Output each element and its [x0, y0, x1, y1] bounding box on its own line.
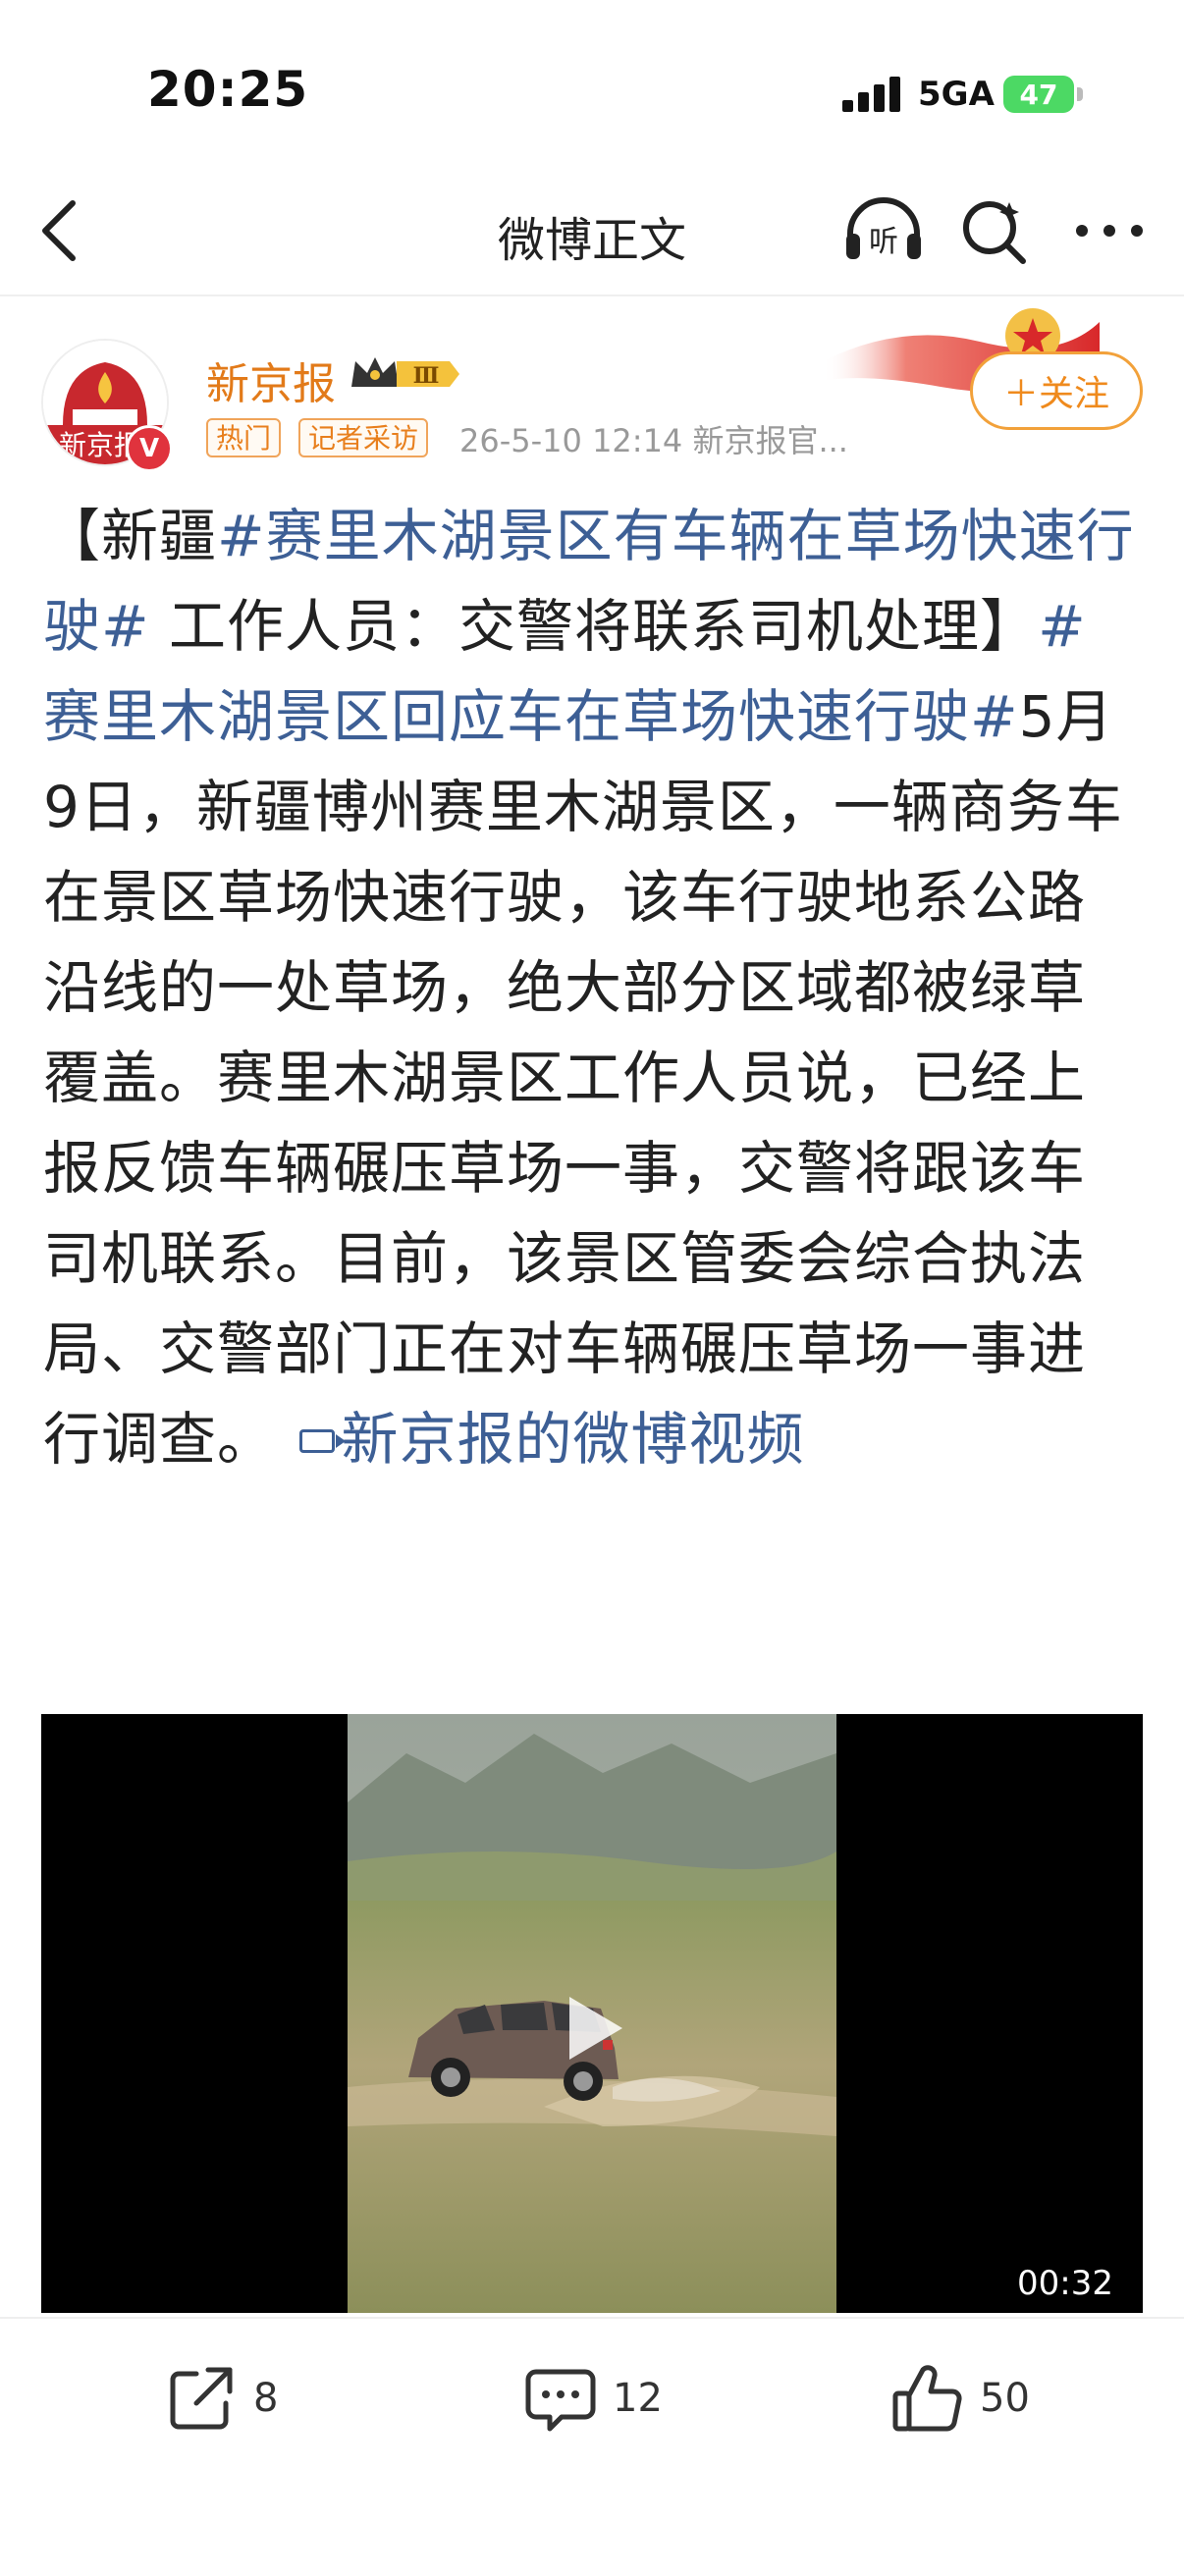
thumbs-up-icon — [892, 2365, 962, 2432]
battery-icon: 47 — [1003, 76, 1074, 113]
verified-badge: V — [126, 425, 173, 472]
comment-button[interactable]: 12 — [522, 2354, 663, 2442]
share-icon — [170, 2367, 233, 2430]
listen-button[interactable]: 听 — [842, 194, 925, 265]
crown-icon: Ⅲ — [351, 357, 459, 389]
share-button[interactable]: 8 — [163, 2354, 278, 2442]
post-body: 【新疆#赛里木湖景区有车辆在草场快速行驶# 工作人员：交警将联系司机处理】#赛里… — [43, 491, 1141, 1484]
like-button[interactable]: 50 — [889, 2354, 1030, 2442]
post-meta: 26-5-10 12:14 新京报官... — [459, 422, 848, 459]
more-icon — [1076, 225, 1143, 237]
video-duration: 00:32 — [1017, 2264, 1113, 2303]
author-name[interactable]: 新京报 — [206, 349, 336, 411]
status-time: 20:25 — [147, 61, 309, 118]
network-label: 5GA — [918, 75, 995, 114]
vip-crown-badge[interactable]: Ⅲ — [348, 351, 463, 397]
battery-cap — [1077, 87, 1083, 101]
tag-hot: 热门 — [206, 418, 282, 457]
listen-label: 听 — [869, 225, 898, 259]
more-button[interactable] — [1070, 201, 1149, 260]
tag-reporter: 记者采访 — [298, 418, 429, 457]
search-icon — [963, 201, 1026, 264]
like-count: 50 — [980, 2376, 1030, 2421]
headphones-icon: 听 — [846, 197, 921, 259]
video-player[interactable] — [41, 1714, 1143, 2313]
level-badge: Ⅲ — [413, 363, 440, 389]
search-button[interactable] — [960, 196, 1029, 265]
comment-count: 12 — [613, 2376, 663, 2421]
post-text-segment: 5月9日，新疆博州赛里木湖景区，一辆商务车在景区草场快速行驶，该车行驶地系公路沿… — [43, 683, 1123, 1473]
post-text-segment: 【新疆 — [43, 503, 218, 569]
post-text-segment: 工作人员：交警将联系司机处理】 — [149, 593, 1039, 660]
share-count: 8 — [253, 2376, 279, 2421]
video-link[interactable]: 新京报的微博视频 — [341, 1406, 804, 1473]
battery-level: 47 — [1019, 78, 1058, 111]
signal-icon — [842, 77, 903, 112]
header-divider — [0, 295, 1184, 296]
follow-button[interactable]: ＋关注 — [970, 351, 1143, 430]
play-icon[interactable] — [552, 1989, 630, 2067]
video-link-icon — [299, 1429, 347, 1453]
comment-icon — [525, 2369, 596, 2432]
